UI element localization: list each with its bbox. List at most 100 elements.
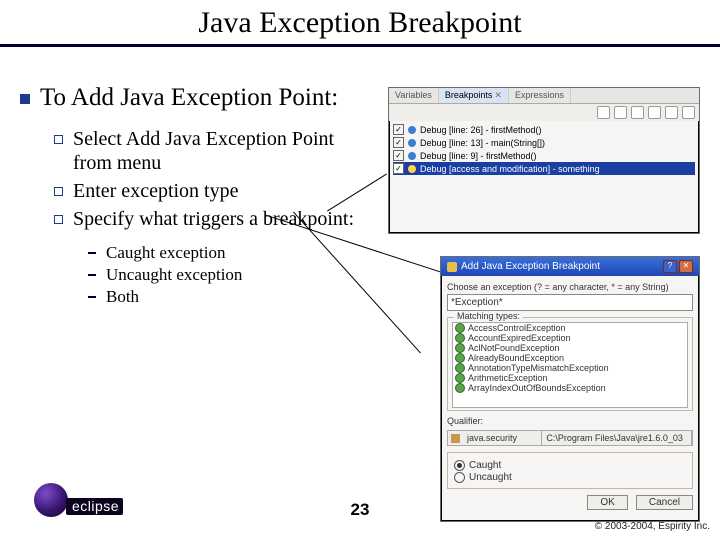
class-icon (455, 353, 465, 363)
text-em: Add Java Exception Point (126, 128, 334, 150)
bullet-text: Select Add Java Exception Point from men… (73, 127, 371, 175)
view-tabs: Variables Breakpoints✕ Expressions (389, 88, 699, 104)
class-icon (455, 383, 465, 393)
bullet-text: Caught exception (106, 243, 225, 263)
tab-expressions[interactable]: Expressions (509, 88, 571, 103)
breakpoint-icon (408, 126, 416, 134)
hollow-square-icon (54, 215, 63, 224)
close-button[interactable]: ✕ (679, 260, 693, 273)
class-icon (455, 363, 465, 373)
list-item[interactable]: AccountExpiredException (453, 333, 687, 343)
toolbar-icon[interactable] (631, 106, 644, 119)
prompt-label: Choose an exception (? = any character, … (447, 282, 693, 292)
text-suffix: from menu (73, 152, 161, 174)
tab-label: Expressions (515, 90, 564, 100)
qualifier-path: C:\Program Files\Java\jre1.6.0_03 (542, 431, 692, 445)
group-title: Matching types: (454, 311, 523, 321)
uncaught-option[interactable]: Uncaught (454, 472, 686, 483)
option-label: Caught (469, 460, 501, 471)
bullet-text: Both (106, 287, 139, 307)
breakpoint-item-selected[interactable]: ✓ Debug [access and modification] - somet… (393, 162, 695, 175)
list-item[interactable]: AccessControlException (453, 323, 687, 333)
item-label: ArrayIndexOutOfBoundsException (468, 383, 606, 393)
bullet-text: Specify what triggers a breakpoint: (73, 207, 354, 231)
checkbox-icon[interactable]: ✓ (393, 124, 404, 135)
bullet-lvl3: Both (88, 287, 371, 307)
slide-title: Java Exception Breakpoint (198, 6, 521, 39)
breakpoint-item[interactable]: ✓ Debug [line: 26] - firstMethod() (393, 123, 695, 136)
class-icon (455, 333, 465, 343)
bullet-lvl3: Uncaught exception (88, 265, 371, 285)
dialog-title: Add Java Exception Breakpoint (461, 261, 600, 272)
dialog-body: Choose an exception (? = any character, … (441, 276, 699, 516)
radio-checked-icon (454, 460, 465, 471)
exception-filter-input[interactable]: *Exception* (447, 294, 693, 311)
item-label: AccountExpiredException (468, 333, 571, 343)
dash-bullet-icon (88, 296, 96, 298)
toolbar-icon[interactable] (648, 106, 661, 119)
list-item[interactable]: AnnotationTypeMismatchException (453, 363, 687, 373)
breakpoints-list: ✓ Debug [line: 26] - firstMethod() ✓ Debug… (389, 121, 699, 177)
dash-bullet-icon (88, 252, 96, 254)
title-bar: Java Exception Breakpoint (0, 0, 720, 47)
class-icon (455, 343, 465, 353)
checkbox-icon[interactable]: ✓ (393, 137, 404, 148)
square-bullet-icon (20, 94, 30, 104)
list-item[interactable]: ArithmeticException (453, 373, 687, 383)
suspend-options: Caught Uncaught (447, 452, 693, 489)
item-label: ArithmeticException (468, 373, 548, 383)
toolbar-icon[interactable] (597, 106, 610, 119)
toolbar-icon[interactable] (614, 106, 627, 119)
tab-label: Variables (395, 90, 432, 100)
dialog-titlebar: Add Java Exception Breakpoint ? ✕ (441, 257, 699, 276)
java-icon (447, 262, 457, 272)
hollow-square-icon (54, 135, 63, 144)
list-item[interactable]: AlreadyBoundException (453, 353, 687, 363)
checkbox-icon[interactable]: ✓ (393, 163, 404, 174)
item-label: AlreadyBoundException (468, 353, 564, 363)
list-item[interactable]: ArrayIndexOutOfBoundsException (453, 383, 687, 393)
matching-types-list[interactable]: AccessControlException AccountExpiredExc… (452, 322, 688, 408)
bullet-text: Uncaught exception (106, 265, 242, 285)
page-number: 23 (0, 500, 720, 520)
bullet-lvl1: To Add Java Exception Point: (16, 84, 371, 113)
item-label: AccessControlException (468, 323, 566, 333)
toolbar-icon[interactable] (665, 106, 678, 119)
checkbox-icon[interactable]: ✓ (393, 150, 404, 161)
breakpoint-label: Debug [line: 26] - firstMethod() (420, 125, 542, 135)
class-icon (455, 323, 465, 333)
heading-text: To Add Java Exception Point: (40, 84, 338, 113)
tab-label: Breakpoints (445, 90, 493, 100)
breakpoint-icon (408, 139, 416, 147)
watchpoint-icon (408, 165, 416, 173)
view-toolbar (389, 104, 699, 121)
breakpoint-label: Debug [line: 13] - main(String[]) (420, 138, 545, 148)
breakpoint-item[interactable]: ✓ Debug [line: 9] - firstMethod() (393, 149, 695, 162)
matching-types-group: Matching types: AccessControlException A… (447, 317, 693, 411)
bullet-lvl2: Select Add Java Exception Point from men… (54, 127, 371, 175)
breakpoint-icon (408, 152, 416, 160)
tab-breakpoints[interactable]: Breakpoints✕ (439, 88, 509, 103)
content-body: To Add Java Exception Point: Select Add … (16, 80, 371, 309)
list-item[interactable]: AclNotFoundException (453, 343, 687, 353)
help-button[interactable]: ? (663, 260, 677, 273)
qualifier-package: java.security (463, 431, 542, 445)
add-exception-dialog: Add Java Exception Breakpoint ? ✕ Choose… (440, 256, 700, 522)
caught-option[interactable]: Caught (454, 460, 686, 471)
tab-variables[interactable]: Variables (389, 88, 439, 103)
option-label: Uncaught (469, 472, 512, 483)
bullet-lvl2: Specify what triggers a breakpoint: (54, 207, 371, 231)
breakpoint-item[interactable]: ✓ Debug [line: 13] - main(String[]) (393, 136, 695, 149)
bullet-lvl2: Enter exception type (54, 179, 371, 203)
breakpoint-label: Debug [line: 9] - firstMethod() (420, 151, 537, 161)
text-prefix: Select (73, 128, 126, 150)
menu-dropdown-icon[interactable] (682, 106, 695, 119)
bullet-text: Enter exception type (73, 179, 239, 203)
hollow-square-icon (54, 187, 63, 196)
qualifier-label: Qualifier: (447, 416, 693, 426)
radio-icon (454, 472, 465, 483)
close-icon[interactable]: ✕ (494, 90, 502, 100)
breakpoint-label: Debug [access and modification] - someth… (420, 164, 600, 174)
copyright: © 2003-2004, Espirity Inc. (595, 521, 710, 532)
dash-bullet-icon (88, 274, 96, 276)
